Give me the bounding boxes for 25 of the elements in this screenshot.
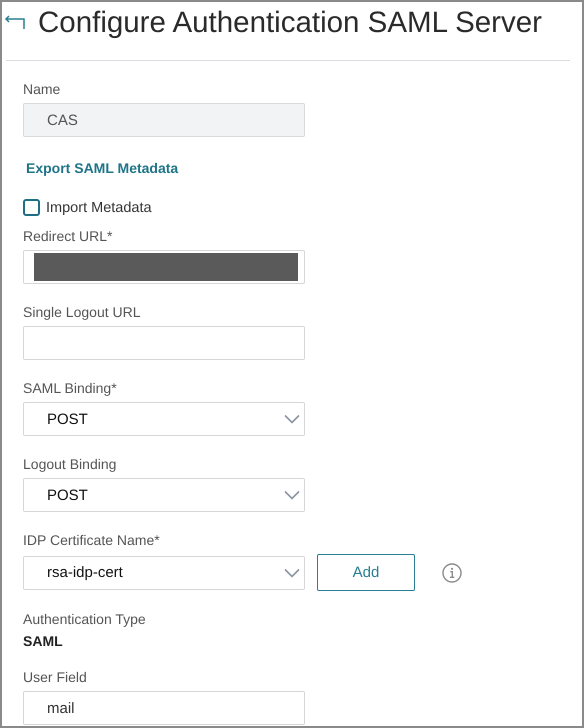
dropdown[interactable]: POST bbox=[23, 478, 305, 512]
add-button[interactable]: Add bbox=[317, 554, 415, 591]
field-label: Redirect URL* bbox=[23, 228, 114, 244]
input-field[interactable] bbox=[23, 250, 305, 284]
field-label: User Field bbox=[23, 669, 88, 685]
dropdown[interactable]: rsa-idp-cert bbox=[23, 556, 305, 590]
checkbox[interactable] bbox=[23, 199, 40, 216]
checkbox-label: Import Metadata bbox=[46, 200, 152, 216]
input-field[interactable] bbox=[23, 326, 305, 360]
chevron-down-icon bbox=[284, 568, 300, 578]
chevron-down-icon bbox=[284, 490, 300, 500]
dropdown[interactable]: POST bbox=[23, 402, 305, 436]
field-label: Single Logout URL bbox=[23, 304, 142, 320]
field-value: SAML bbox=[23, 633, 64, 649]
export-link[interactable]: Export SAML Metadata bbox=[26, 160, 178, 176]
field-label: IDP Certificate Name* bbox=[23, 532, 161, 548]
input-field[interactable]: mail bbox=[23, 691, 305, 725]
chevron-down-icon bbox=[284, 414, 300, 424]
field-label: SAML Binding* bbox=[23, 380, 118, 396]
field-label: Authentication Type bbox=[23, 611, 147, 627]
back-arrow-icon[interactable] bbox=[4, 15, 26, 31]
info-icon[interactable] bbox=[442, 562, 462, 582]
field-label: Logout Binding bbox=[23, 456, 118, 472]
page-title: Configure Authentication SAML Server bbox=[38, 6, 542, 40]
field-label: Name bbox=[23, 81, 62, 97]
